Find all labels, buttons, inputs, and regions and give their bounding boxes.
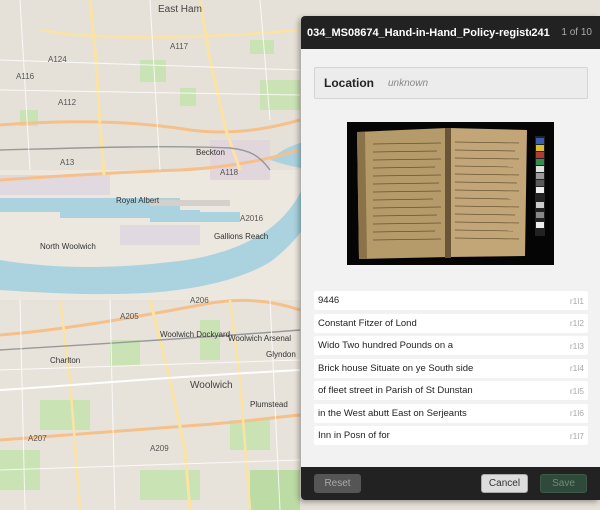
- transcription-line[interactable]: Brick house Situate on ye South side r1l…: [314, 358, 588, 378]
- transcription-line[interactable]: Wido Two hundred Pounds on a r1l3: [314, 336, 588, 355]
- line-text[interactable]: in the West abutt East on Serjeants: [318, 408, 570, 419]
- record-panel: 034_MS08674_Hand-in-Hand_Policy-register…: [301, 16, 600, 500]
- map-label-a117: A117: [170, 42, 189, 51]
- line-id: r1l3: [569, 340, 584, 351]
- map-label-a124: A124: [48, 55, 67, 64]
- map-label-gallions-reach: Gallions Reach: [214, 232, 269, 241]
- line-text[interactable]: of fleet street in Parish of St Dunstan: [318, 385, 570, 396]
- map-label-woolwich-arsenal: Woolwich Arsenal: [228, 334, 291, 343]
- location-label: Location: [324, 76, 374, 90]
- line-text[interactable]: Wido Two hundred Pounds on a: [318, 340, 570, 351]
- map-label-a118: A118: [220, 168, 239, 177]
- line-text[interactable]: 9446: [318, 295, 570, 306]
- location-value[interactable]: unknown: [388, 78, 428, 89]
- transcription-line[interactable]: of fleet street in Parish of St Dunstan …: [314, 381, 588, 400]
- map-label-north-woolwich: North Woolwich: [40, 242, 96, 251]
- record-count: 241: [531, 26, 550, 39]
- line-id: r1l2: [569, 318, 584, 328]
- map-label-beckton: Beckton: [196, 148, 225, 157]
- transcription-line[interactable]: in the West abutt East on Serjeants r1l6: [314, 403, 588, 423]
- map-label-a2016: A2016: [240, 214, 264, 223]
- map-label-charlton: Charlton: [50, 356, 81, 365]
- map-label-woolwich-dockyard: Woolwich Dockyard: [160, 330, 231, 339]
- transcription-line[interactable]: 9446 r1l1: [314, 291, 588, 310]
- reset-button[interactable]: Reset: [314, 474, 361, 493]
- map-label-a13: A13: [60, 158, 75, 167]
- line-text[interactable]: Inn in Posn of for: [318, 430, 570, 441]
- document-thumbnail[interactable]: [347, 122, 554, 265]
- line-id: r1l7: [569, 430, 584, 441]
- panel-footer: Reset Cancel Save: [301, 467, 600, 500]
- line-id: r1l6: [569, 408, 584, 418]
- panel-header: 034_MS08674_Hand-in-Hand_Policy-register…: [301, 16, 600, 49]
- cancel-button[interactable]: Cancel: [481, 474, 528, 493]
- line-id: r1l1: [569, 295, 584, 306]
- map-label-a112: A112: [58, 98, 77, 107]
- location-field[interactable]: Location unknown: [314, 67, 588, 99]
- map-label-glyndon: Glyndon: [266, 350, 296, 359]
- map-label-a207: A207: [28, 434, 47, 443]
- map-label-woolwich: Woolwich: [190, 380, 233, 391]
- transcription-line[interactable]: Constant Fitzer of Lond r1l2: [314, 313, 588, 333]
- page-indicator: 1 of 10: [561, 27, 592, 38]
- map-label-east-ham: East Ham: [158, 4, 202, 15]
- line-text[interactable]: Brick house Situate on ye South side: [318, 363, 570, 374]
- line-text[interactable]: Constant Fitzer of Lond: [318, 318, 570, 329]
- map-label-a116: A116: [16, 72, 35, 81]
- panel-title: 034_MS08674_Hand-in-Hand_Policy-register…: [307, 26, 531, 39]
- map-label-a206: A206: [190, 296, 209, 305]
- transcription-line[interactable]: Inn in Posn of for r1l7: [314, 426, 588, 445]
- save-button[interactable]: Save: [540, 474, 587, 493]
- line-id: r1l5: [569, 385, 584, 396]
- transcription-lines: 9446 r1l1 Constant Fitzer of Lond r1l2 W…: [301, 291, 600, 445]
- ledger-book-image: [347, 122, 554, 265]
- line-id: r1l4: [569, 363, 584, 373]
- map-label-a209: A209: [150, 444, 169, 453]
- map-label-royal-albert: Royal Albert: [116, 196, 160, 205]
- map-label-a205: A205: [120, 312, 139, 321]
- map-label-plumstead: Plumstead: [250, 400, 288, 409]
